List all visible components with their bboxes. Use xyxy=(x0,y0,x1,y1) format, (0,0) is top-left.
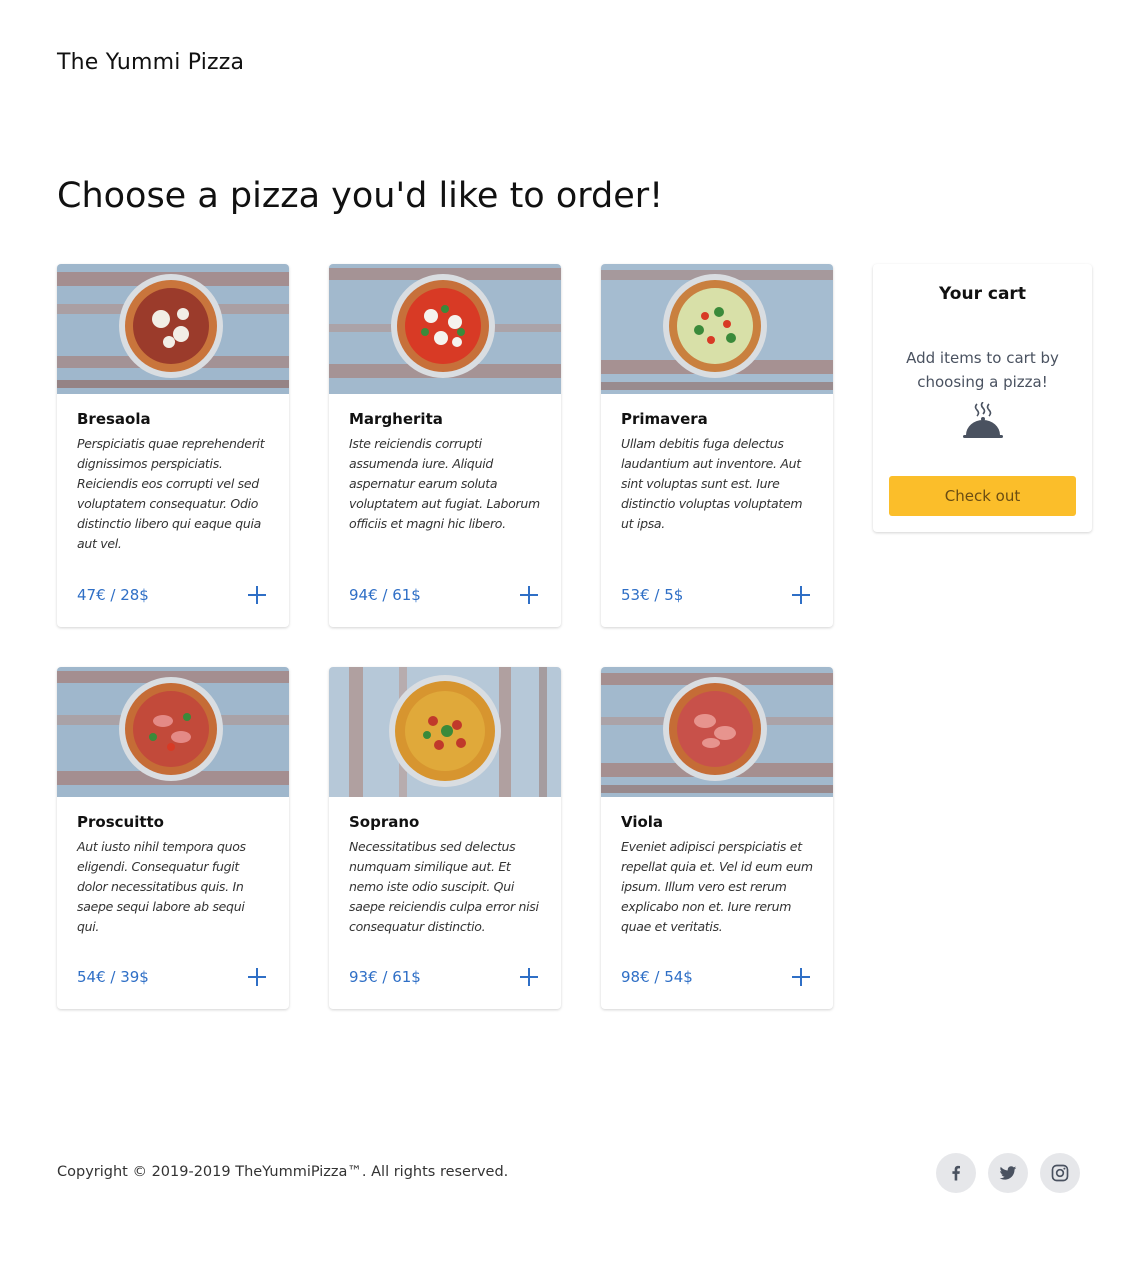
pizza-description: Perspiciatis quae reprehenderit dignissi… xyxy=(77,436,265,551)
pizza-card: Primavera Ullam debitis fuga delectus la… xyxy=(601,264,833,627)
pizza-price: 94€ / 61$ xyxy=(349,586,421,604)
pizza-description: Eveniet adipisci perspiciatis et repella… xyxy=(621,839,813,934)
pizza-price: 93€ / 61$ xyxy=(349,968,421,986)
pizza-card: Proscuitto Aut iusto nihil tempora quos … xyxy=(57,667,289,1009)
plus-icon[interactable] xyxy=(789,583,813,607)
pizza-description: Ullam debitis fuga delectus laudantium a… xyxy=(621,436,803,531)
copyright: Copyright © 2019-2019 TheYummiPizza™. Al… xyxy=(57,1164,509,1180)
cart-empty-hint: Add items to cart by choosing a pizza! xyxy=(906,349,1059,391)
pizza-description: Aut iusto nihil tempora quos eligendi. C… xyxy=(77,839,246,934)
plus-icon[interactable] xyxy=(245,583,269,607)
pizza-image xyxy=(329,264,561,394)
twitter-icon[interactable] xyxy=(988,1153,1028,1193)
pizza-image xyxy=(601,264,833,394)
plus-icon[interactable] xyxy=(517,583,541,607)
pizza-price: 98€ / 54$ xyxy=(621,968,693,986)
cart-panel: Your cart Add items to cart by choosing … xyxy=(873,264,1092,532)
pizza-image xyxy=(601,667,833,797)
plus-icon[interactable] xyxy=(789,965,813,989)
pizza-card: Margherita Iste reiciendis corrupti assu… xyxy=(329,264,561,627)
instagram-icon[interactable] xyxy=(1040,1153,1080,1193)
pizza-name: Soprano xyxy=(349,813,420,831)
page-title: Choose a pizza you'd like to order! xyxy=(57,176,664,216)
pizza-name: Bresaola xyxy=(77,410,151,428)
pizza-image xyxy=(329,667,561,797)
pizza-name: Proscuitto xyxy=(77,813,164,831)
plus-icon[interactable] xyxy=(517,965,541,989)
checkout-button[interactable]: Check out xyxy=(889,476,1076,516)
pizza-card: Soprano Necessitatibus sed delectus numq… xyxy=(329,667,561,1009)
pizza-name: Primavera xyxy=(621,410,708,428)
pizza-image xyxy=(57,264,289,394)
pizza-price: 47€ / 28$ xyxy=(77,586,149,604)
brand-title[interactable]: The Yummi Pizza xyxy=(57,50,244,75)
pizza-card: Viola Eveniet adipisci perspiciatis et r… xyxy=(601,667,833,1009)
facebook-icon[interactable] xyxy=(936,1153,976,1193)
pizza-price: 53€ / 5$ xyxy=(621,586,684,604)
cloche-icon xyxy=(961,401,1005,442)
plus-icon[interactable] xyxy=(245,965,269,989)
pizza-description: Necessitatibus sed delectus numquam simi… xyxy=(349,839,539,934)
pizza-price: 54€ / 39$ xyxy=(77,968,149,986)
cart-title: Your cart xyxy=(939,284,1026,304)
pizza-name: Margherita xyxy=(349,410,443,428)
pizza-grid: Bresaola Perspiciatis quae reprehenderit… xyxy=(57,264,833,1009)
pizza-name: Viola xyxy=(621,813,664,831)
pizza-image xyxy=(57,667,289,797)
pizza-card: Bresaola Perspiciatis quae reprehenderit… xyxy=(57,264,289,627)
pizza-description: Iste reiciendis corrupti assumenda iure.… xyxy=(349,436,540,531)
